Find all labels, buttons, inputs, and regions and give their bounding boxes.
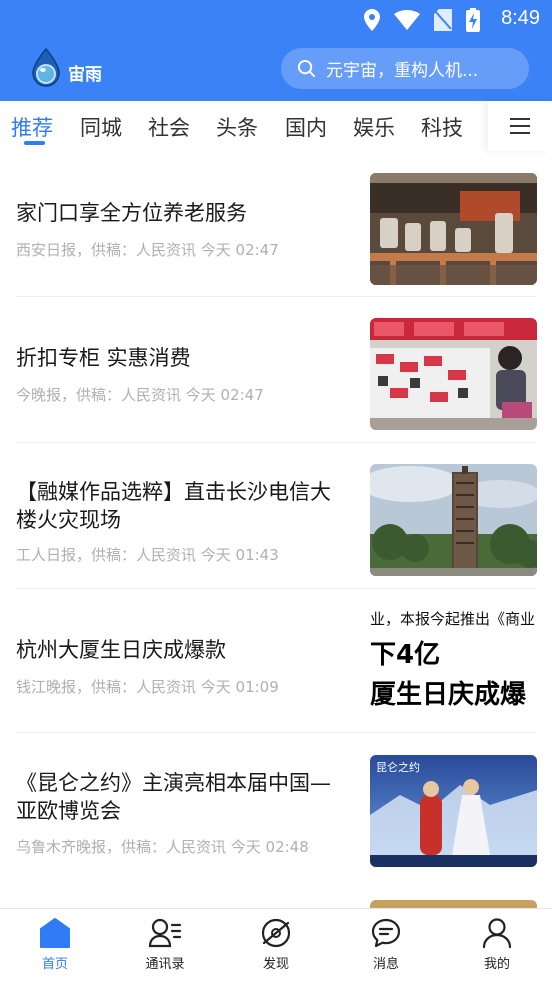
nav-home-label: 首页 [41, 957, 68, 972]
discover-icon [261, 918, 291, 948]
news-meta: 今晚报，供稿：人民资讯 今天 02:47 [16, 386, 264, 404]
news-title: 【融媒作品选粹】直击长沙电信大楼火灾现场 [16, 480, 331, 532]
newspaper-headline-line: 下4亿 [370, 640, 441, 670]
news-title: 杭州大厦生日庆成爆款 [16, 638, 226, 662]
status-time: 8:49 [501, 7, 540, 29]
contacts-icon [148, 918, 182, 948]
tab-local[interactable]: 同城 [80, 112, 122, 142]
news-thumbnail: 业，本报今起推出《商业 下4亿 厦生日庆成爆 [370, 604, 550, 716]
news-title: 折扣专柜 实惠消费 [16, 346, 191, 370]
divider [16, 588, 536, 589]
news-thumbnail [370, 318, 537, 430]
nav-discover[interactable]: 发现 [231, 917, 321, 972]
message-icon [371, 918, 401, 948]
tab-menu-button[interactable] [488, 101, 552, 151]
nav-contacts-label: 通讯录 [145, 957, 185, 972]
no-sim-icon [434, 9, 452, 31]
discount-store-image [370, 318, 537, 430]
news-thumbnail-partial [370, 900, 537, 908]
nav-discover-label: 发现 [262, 957, 289, 972]
nav-messages[interactable]: 消息 [341, 917, 431, 972]
divider [16, 732, 536, 733]
news-thumbnail: 昆仑之约 [370, 755, 537, 867]
news-title: 家门口享全方位养老服务 [16, 201, 247, 225]
menu-icon [510, 118, 530, 134]
news-title: 《昆仑之约》主演亮相本届中国—亚欧博览会 [16, 771, 331, 823]
tab-headlines[interactable]: 头条 [216, 112, 258, 142]
news-meta: 西安日报，供稿：人民资讯 今天 02:47 [16, 241, 279, 259]
search-icon [297, 59, 316, 78]
active-tab-indicator [24, 141, 45, 145]
app-logo[interactable]: 宙雨 [30, 48, 102, 88]
tab-society[interactable]: 社会 [148, 112, 190, 142]
nav-home[interactable]: 首页 [10, 917, 100, 972]
search-placeholder: 元宇宙，重构人机... [326, 61, 479, 81]
tab-recommend[interactable]: 推荐 [11, 112, 53, 142]
tab-domestic[interactable]: 国内 [285, 112, 327, 142]
thumbnail-caption: 昆仑之约 [376, 761, 420, 774]
location-icon [364, 9, 380, 31]
battery-charging-icon [466, 8, 480, 32]
news-meta: 钱江晚报，供稿：人民资讯 今天 01:09 [16, 678, 279, 696]
telecom-tower-image [370, 464, 537, 576]
app-header: 8:49 宙雨 元宇宙，重构人机... [0, 0, 552, 101]
nav-profile-label: 我的 [483, 957, 510, 972]
news-thumbnail [370, 464, 537, 576]
newspaper-headline-line: 厦生日庆成爆 [370, 680, 527, 710]
divider [16, 296, 536, 297]
news-meta: 工人日报，供稿：人民资讯 今天 01:43 [16, 546, 279, 564]
status-bar: 8:49 [0, 0, 552, 40]
nav-profile[interactable]: 我的 [452, 917, 542, 972]
tab-entertainment[interactable]: 娱乐 [353, 112, 395, 142]
nav-contacts[interactable]: 通讯录 [120, 917, 210, 972]
profile-icon [482, 918, 512, 949]
wifi-icon [394, 10, 420, 30]
tab-tech[interactable]: 科技 [421, 112, 463, 142]
newspaper-text-line: 业，本报今起推出《商业 [370, 610, 536, 628]
home-icon [40, 918, 70, 948]
nav-messages-label: 消息 [372, 957, 399, 972]
news-thumbnail [370, 173, 537, 285]
search-bar[interactable]: 元宇宙，重构人机... [281, 48, 529, 89]
divider [16, 442, 536, 443]
category-tabs: 推荐 同城 社会 头条 国内 娱乐 科技 [0, 101, 552, 151]
status-icons [364, 8, 480, 32]
water-drop-logo-icon [32, 48, 60, 87]
elderly-dining-hall-image [370, 173, 537, 285]
bottom-navigation: 首页 通讯录 发现 消息 我的 [0, 908, 552, 981]
news-meta: 乌鲁木齐晚报，供稿：人民资讯 今天 02:48 [16, 838, 309, 856]
logo-text: 宙雨 [68, 64, 102, 85]
